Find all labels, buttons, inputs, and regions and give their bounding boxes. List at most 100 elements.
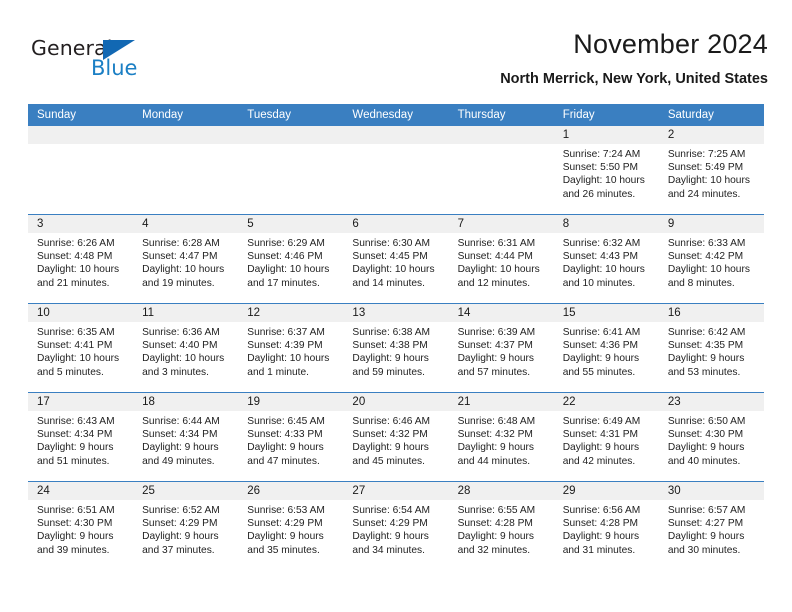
day-number: 17 xyxy=(28,393,134,411)
daylight-text: Daylight: 9 hours and 59 minutes. xyxy=(352,353,429,378)
calendar-day-cell[interactable]: 1 Sunrise: 7:24 AM Sunset: 5:50 PM Daylight… xyxy=(553,126,659,215)
calendar-day-cell-inner xyxy=(343,126,449,214)
calendar-day-cell-inner: 24 Sunrise: 6:51 AM Sunset: 4:30 PM Dayligh… xyxy=(28,482,134,570)
daylight-text: Daylight: 9 hours and 37 minutes. xyxy=(142,531,219,556)
day-sun-details: Sunrise: 6:50 AM Sunset: 4:30 PM Daylight:… xyxy=(659,411,764,468)
weekday-header-monday: Monday xyxy=(133,104,239,126)
daylight-text: Daylight: 9 hours and 55 minutes. xyxy=(562,353,640,378)
calendar-day-cell-inner: 27 Sunrise: 6:54 AM Sunset: 4:29 PM Dayligh… xyxy=(343,482,449,570)
sunrise-text: Sunrise: 6:46 AM xyxy=(352,416,431,427)
calendar-day-cell-inner: 7 Sunrise: 6:31 AM Sunset: 4:44 PM Daylight… xyxy=(448,215,554,303)
calendar-day-cell-inner: 15 Sunrise: 6:41 AM Sunset: 4:36 PM Dayligh… xyxy=(553,304,659,392)
calendar-day-cell[interactable]: 16 Sunrise: 6:42 AM Sunset: 4:35 PM Dayligh… xyxy=(658,303,764,393)
calendar-day-cell[interactable]: 24 Sunrise: 6:51 AM Sunset: 4:30 PM Dayligh… xyxy=(28,481,134,570)
day-sun-details: Sunrise: 6:31 AM Sunset: 4:44 PM Daylight:… xyxy=(449,233,554,290)
calendar-day-cell[interactable]: 15 Sunrise: 6:41 AM Sunset: 4:36 PM Dayligh… xyxy=(553,303,659,393)
calendar-day-cell[interactable]: 4 Sunrise: 6:28 AM Sunset: 4:47 PM Daylight… xyxy=(133,214,239,304)
calendar-day-cell[interactable]: 19 Sunrise: 6:45 AM Sunset: 4:33 PM Dayligh… xyxy=(238,392,344,482)
calendar-day-cell[interactable]: 21 Sunrise: 6:48 AM Sunset: 4:32 PM Dayligh… xyxy=(448,392,554,482)
calendar-day-cell[interactable]: 18 Sunrise: 6:44 AM Sunset: 4:34 PM Dayligh… xyxy=(133,392,239,482)
sunset-text: Sunset: 5:50 PM xyxy=(562,162,639,174)
calendar-day-cell[interactable]: 25 Sunrise: 6:52 AM Sunset: 4:29 PM Dayligh… xyxy=(133,481,239,570)
calendar-day-cell[interactable]: 20 Sunrise: 6:46 AM Sunset: 4:32 PM Dayligh… xyxy=(343,392,449,482)
weekday-header-thursday: Thursday xyxy=(448,104,554,126)
calendar-day-cell[interactable]: 30 Sunrise: 6:57 AM Sunset: 4:27 PM Dayligh… xyxy=(658,481,764,570)
calendar-day-cell[interactable]: 28 Sunrise: 6:55 AM Sunset: 4:28 PM Dayligh… xyxy=(448,481,554,570)
calendar-day-cell[interactable]: 5 Sunrise: 6:29 AM Sunset: 4:46 PM Daylight… xyxy=(238,214,344,304)
calendar-day-cell[interactable]: 6 Sunrise: 6:30 AM Sunset: 4:45 PM Daylight… xyxy=(343,214,449,304)
sunset-text: Sunset: 4:38 PM xyxy=(352,340,428,352)
day-sun-details: Sunrise: 6:35 AM Sunset: 4:41 PM Daylight:… xyxy=(28,322,133,379)
daylight-text: Daylight: 10 hours and 14 minutes. xyxy=(352,264,435,289)
calendar-day-cell[interactable]: 2 Sunrise: 7:25 AM Sunset: 5:49 PM Daylight… xyxy=(658,126,764,215)
daylight-text: Daylight: 9 hours and 47 minutes. xyxy=(247,442,324,467)
day-number: 22 xyxy=(553,393,659,411)
daylight-text: Daylight: 9 hours and 45 minutes. xyxy=(352,442,429,467)
calendar-day-cell-inner: 26 Sunrise: 6:53 AM Sunset: 4:29 PM Dayligh… xyxy=(238,482,344,570)
day-sun-details: Sunrise: 6:41 AM Sunset: 4:36 PM Daylight:… xyxy=(554,322,659,379)
daylight-text: Daylight: 9 hours and 34 minutes. xyxy=(352,531,429,556)
daylight-text: Daylight: 10 hours and 8 minutes. xyxy=(667,264,750,289)
calendar-day-cell-inner: 25 Sunrise: 6:52 AM Sunset: 4:29 PM Dayligh… xyxy=(133,482,239,570)
calendar-day-cell-inner: 22 Sunrise: 6:49 AM Sunset: 4:31 PM Dayligh… xyxy=(553,393,659,481)
daylight-text: Daylight: 9 hours and 30 minutes. xyxy=(667,531,745,556)
sunset-text: Sunset: 4:48 PM xyxy=(37,251,113,263)
day-sun-details: Sunrise: 6:39 AM Sunset: 4:37 PM Daylight:… xyxy=(449,322,554,379)
calendar-day-cell[interactable]: 23 Sunrise: 6:50 AM Sunset: 4:30 PM Dayligh… xyxy=(658,392,764,482)
calendar-day-cell[interactable]: 8 Sunrise: 6:32 AM Sunset: 4:43 PM Daylight… xyxy=(553,214,659,304)
sunset-text: Sunset: 4:42 PM xyxy=(667,251,744,263)
daylight-text: Daylight: 10 hours and 10 minutes. xyxy=(562,264,645,289)
daylight-text: Daylight: 9 hours and 49 minutes. xyxy=(142,442,219,467)
calendar-day-cell-inner: 4 Sunrise: 6:28 AM Sunset: 4:47 PM Daylight… xyxy=(133,215,239,303)
day-number: 24 xyxy=(28,482,134,500)
sunrise-text: Sunrise: 6:49 AM xyxy=(562,416,641,427)
calendar-day-cell[interactable]: 22 Sunrise: 6:49 AM Sunset: 4:31 PM Dayligh… xyxy=(553,392,659,482)
weekday-header-wednesday: Wednesday xyxy=(343,104,449,126)
sunset-text: Sunset: 4:29 PM xyxy=(352,518,428,530)
weekday-header-sunday: Sunday xyxy=(28,104,134,126)
calendar-day-cell-inner: 6 Sunrise: 6:30 AM Sunset: 4:45 PM Daylight… xyxy=(343,215,449,303)
calendar-day-cell-inner: 17 Sunrise: 6:43 AM Sunset: 4:34 PM Dayligh… xyxy=(28,393,134,481)
calendar-day-cell[interactable]: 3 Sunrise: 6:26 AM Sunset: 4:48 PM Daylight… xyxy=(28,214,134,304)
page-header: General Blue November 2024 North Merrick… xyxy=(28,28,768,100)
day-number: 30 xyxy=(658,482,764,500)
calendar-day-cell-inner: 21 Sunrise: 6:48 AM Sunset: 4:32 PM Dayligh… xyxy=(448,393,554,481)
calendar-day-cell[interactable]: 11 Sunrise: 6:36 AM Sunset: 4:40 PM Dayligh… xyxy=(133,303,239,393)
calendar-day-cell[interactable]: 26 Sunrise: 6:53 AM Sunset: 4:29 PM Dayligh… xyxy=(238,481,344,570)
sunrise-text: Sunrise: 6:51 AM xyxy=(37,505,115,516)
calendar-day-cell-inner: 23 Sunrise: 6:50 AM Sunset: 4:30 PM Dayligh… xyxy=(658,393,764,481)
calendar-day-cell[interactable]: 7 Sunrise: 6:31 AM Sunset: 4:44 PM Daylight… xyxy=(448,214,554,304)
calendar-day-cell[interactable]: 13 Sunrise: 6:38 AM Sunset: 4:38 PM Dayligh… xyxy=(343,303,449,393)
day-number: 9 xyxy=(658,215,764,233)
day-sun-details: Sunrise: 6:49 AM Sunset: 4:31 PM Daylight:… xyxy=(554,411,659,468)
calendar-day-cell[interactable]: 9 Sunrise: 6:33 AM Sunset: 4:42 PM Daylight… xyxy=(658,214,764,304)
calendar-day-cell[interactable]: 10 Sunrise: 6:35 AM Sunset: 4:41 PM Dayligh… xyxy=(28,303,134,393)
calendar-day-cell[interactable]: 12 Sunrise: 6:37 AM Sunset: 4:39 PM Dayligh… xyxy=(238,303,344,393)
sunrise-text: Sunrise: 6:54 AM xyxy=(352,505,431,516)
calendar-day-cell[interactable]: 14 Sunrise: 6:39 AM Sunset: 4:37 PM Dayligh… xyxy=(448,303,554,393)
day-sun-details: Sunrise: 6:51 AM Sunset: 4:30 PM Daylight:… xyxy=(28,500,133,557)
day-number: 8 xyxy=(553,215,659,233)
calendar-day-cell[interactable]: 27 Sunrise: 6:54 AM Sunset: 4:29 PM Dayligh… xyxy=(343,481,449,570)
sunrise-text: Sunrise: 6:55 AM xyxy=(457,505,536,516)
calendar-day-cell[interactable]: 29 Sunrise: 6:56 AM Sunset: 4:28 PM Dayligh… xyxy=(553,481,659,570)
calendar-day-cell-inner: 18 Sunrise: 6:44 AM Sunset: 4:34 PM Dayligh… xyxy=(133,393,239,481)
day-sun-details: Sunrise: 6:43 AM Sunset: 4:34 PM Daylight:… xyxy=(28,411,133,468)
calendar-day-cell[interactable]: 17 Sunrise: 6:43 AM Sunset: 4:34 PM Dayligh… xyxy=(28,392,134,482)
calendar-day-cell-inner: 8 Sunrise: 6:32 AM Sunset: 4:43 PM Daylight… xyxy=(553,215,659,303)
sunset-text: Sunset: 4:28 PM xyxy=(562,518,639,530)
sunset-text: Sunset: 5:49 PM xyxy=(667,162,744,174)
day-sun-details: Sunrise: 7:24 AM Sunset: 5:50 PM Daylight:… xyxy=(554,144,659,201)
day-number: 6 xyxy=(343,215,449,233)
calendar-day-cell-inner: 28 Sunrise: 6:55 AM Sunset: 4:28 PM Dayligh… xyxy=(448,482,554,570)
calendar-day-cell-inner: 20 Sunrise: 6:46 AM Sunset: 4:32 PM Dayligh… xyxy=(343,393,449,481)
day-number: 3 xyxy=(28,215,134,233)
location-subtitle: North Merrick, New York, United States xyxy=(500,71,768,87)
sunset-text: Sunset: 4:43 PM xyxy=(562,251,639,263)
day-number: 23 xyxy=(658,393,764,411)
day-number: 19 xyxy=(238,393,344,411)
calendar-day-cell-inner: 29 Sunrise: 6:56 AM Sunset: 4:28 PM Dayligh… xyxy=(553,482,659,570)
daylight-text: Daylight: 9 hours and 53 minutes. xyxy=(667,353,745,378)
sunrise-sunset-calendar-table: Sunday Monday Tuesday Wednesday Thursday… xyxy=(28,104,764,570)
day-number: 1 xyxy=(553,126,659,144)
